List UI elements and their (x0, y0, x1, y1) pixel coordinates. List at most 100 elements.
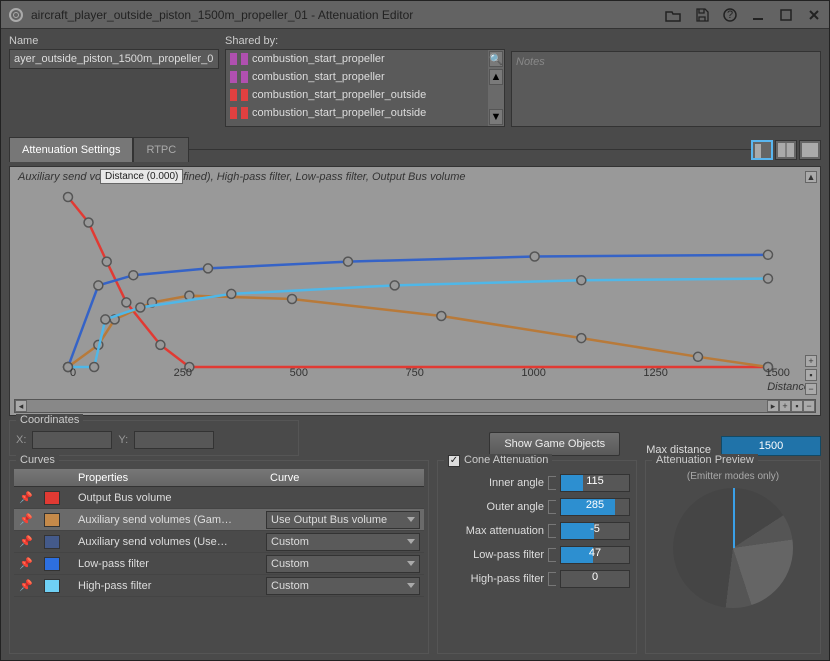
cone-param-input[interactable]: 47 (560, 546, 630, 564)
curve-output-bus-volume[interactable] (68, 197, 768, 367)
curve-type-dropdown[interactable]: Custom (266, 533, 420, 551)
curve-row[interactable]: 📌 High-pass filter Custom (14, 575, 424, 597)
curve-node[interactable] (530, 252, 539, 261)
notes-field[interactable]: Notes (511, 51, 821, 127)
curve-node[interactable] (764, 250, 773, 259)
curve-node[interactable] (577, 276, 586, 285)
curve-node[interactable] (227, 289, 236, 298)
search-icon[interactable]: 🔍 (489, 51, 503, 67)
curve-node[interactable] (156, 340, 165, 349)
link-icon[interactable] (548, 548, 556, 562)
y-label: Y: (118, 434, 128, 446)
color-swatch[interactable] (44, 535, 60, 549)
save-icon[interactable] (695, 8, 709, 22)
curve-node[interactable] (764, 274, 773, 283)
shared-item[interactable]: combustion_start_propeller_outside (226, 86, 504, 104)
curve-row[interactable]: 📌 Auxiliary send volumes (Use… Custom (14, 531, 424, 553)
pin-icon[interactable]: 📌 (14, 513, 38, 526)
scroll-left-icon[interactable]: ◂ (15, 400, 27, 412)
curve-node[interactable] (204, 264, 213, 273)
x-input[interactable] (32, 431, 112, 449)
open-icon[interactable] (665, 8, 681, 22)
color-swatch[interactable] (44, 557, 60, 571)
link-icon[interactable] (548, 500, 556, 514)
zoom-up-icon[interactable]: ▲ (805, 171, 817, 183)
show-game-objects-button[interactable]: Show Game Objects (489, 432, 620, 456)
tab-rtpc[interactable]: RTPC (133, 137, 189, 162)
layout-list-icon[interactable] (799, 140, 821, 160)
graph-h-scrollbar[interactable]: ◂ ▸ + ▪ − (14, 399, 816, 413)
link-icon[interactable] (548, 476, 556, 490)
curve-node[interactable] (577, 334, 586, 343)
tab-attenuation-settings[interactable]: Attenuation Settings (9, 137, 133, 162)
pin-icon[interactable]: 📌 (14, 557, 38, 570)
titlebar[interactable]: aircraft_player_outside_piston_1500m_pro… (1, 1, 829, 29)
close-icon[interactable] (807, 8, 821, 22)
hzoom-in-icon[interactable]: + (779, 400, 791, 412)
color-swatch[interactable] (44, 513, 60, 527)
max-distance-input[interactable] (721, 436, 821, 456)
curve-node[interactable] (94, 281, 103, 290)
layout-split-icon[interactable] (775, 140, 797, 160)
curve-node[interactable] (437, 312, 446, 321)
curve-type-dropdown[interactable]: Use Output Bus volume (266, 511, 420, 529)
zoom-in-icon[interactable]: + (805, 355, 817, 367)
cone-preview-pie[interactable] (673, 488, 793, 608)
curve-node[interactable] (288, 295, 297, 304)
link-icon[interactable] (548, 572, 556, 586)
curve-node[interactable] (136, 303, 145, 312)
hzoom-fit-icon[interactable]: ▪ (791, 400, 803, 412)
curve-node[interactable] (122, 298, 131, 307)
name-input[interactable] (9, 49, 219, 69)
y-input[interactable] (134, 431, 214, 449)
curve-auxiliary-send-volumes-game-defined-[interactable] (68, 296, 768, 367)
link-icon[interactable] (548, 524, 556, 538)
cone-checkbox[interactable] (448, 455, 460, 467)
graph-legend: Auxiliary send volumes (Game-defined), H… (18, 171, 466, 183)
curve-type-dropdown[interactable]: Custom (266, 555, 420, 573)
curve-node[interactable] (102, 257, 111, 266)
curve-row[interactable]: 📌 Low-pass filter Custom (14, 553, 424, 575)
curve-node[interactable] (344, 257, 353, 266)
color-swatch[interactable] (44, 491, 60, 505)
shared-item[interactable]: combustion_start_propeller_outside (226, 104, 504, 122)
curve-node[interactable] (84, 218, 93, 227)
scroll-down-icon[interactable]: ▼ (489, 109, 503, 125)
pin-icon[interactable]: 📌 (14, 579, 38, 592)
app-icon (9, 8, 23, 22)
tick-label: 750 (405, 367, 423, 379)
shared-scrollbar[interactable]: 🔍 ▲ ▼ (488, 50, 504, 126)
minimize-icon[interactable] (751, 8, 765, 22)
shared-color-icon (241, 107, 248, 119)
curve-row[interactable]: 📌 Auxiliary send volumes (Gam… Use Outpu… (14, 509, 424, 531)
pin-icon[interactable]: 📌 (14, 535, 38, 548)
shared-by-list[interactable]: combustion_start_propellercombustion_sta… (225, 49, 505, 127)
cone-param-input[interactable]: 285 (560, 498, 630, 516)
scroll-right-icon[interactable]: ▸ (767, 400, 779, 412)
curve-type-dropdown[interactable]: Custom (266, 577, 420, 595)
layout-graph-icon[interactable] (751, 140, 773, 160)
curve-row[interactable]: 📌 Output Bus volume (14, 487, 424, 509)
attenuation-chart[interactable] (58, 187, 778, 377)
curve-node[interactable] (390, 281, 399, 290)
hzoom-out-icon[interactable]: − (803, 400, 815, 412)
cone-param-input[interactable]: 0 (560, 570, 630, 588)
cone-param-input[interactable]: 115 (560, 474, 630, 492)
curve-node[interactable] (101, 315, 110, 324)
maximize-icon[interactable] (779, 8, 793, 22)
zoom-out-icon[interactable]: − (805, 383, 817, 395)
scroll-up-icon[interactable]: ▲ (489, 69, 503, 85)
curve-property: High-pass filter (72, 580, 266, 592)
preview-title: Attenuation Preview (652, 454, 758, 466)
help-icon[interactable]: ? (723, 8, 737, 22)
pin-icon[interactable]: 📌 (14, 491, 38, 504)
curve-node[interactable] (694, 352, 703, 361)
color-swatch[interactable] (44, 579, 60, 593)
zoom-fit-icon[interactable]: ▪ (805, 369, 817, 381)
shared-item[interactable]: combustion_start_propeller (226, 68, 504, 86)
shared-item[interactable]: combustion_start_propeller (226, 50, 504, 68)
graph-panel[interactable]: Auxiliary send volumes (Game-defined), H… (9, 166, 821, 416)
cone-param-input[interactable]: -5 (560, 522, 630, 540)
curve-node[interactable] (129, 271, 138, 280)
curve-node[interactable] (64, 193, 73, 202)
